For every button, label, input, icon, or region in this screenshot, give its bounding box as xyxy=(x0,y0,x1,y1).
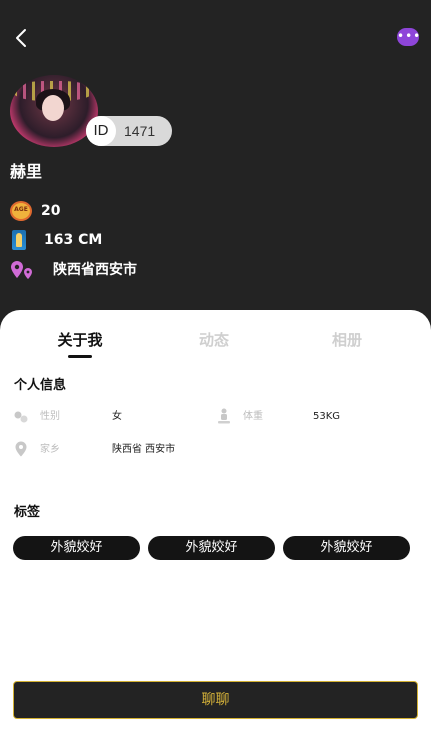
back-arrow-icon xyxy=(16,29,26,47)
location-value: 陕西省西安市 xyxy=(53,262,137,278)
map-pin-icon xyxy=(15,441,27,457)
more-options-button[interactable]: ••• xyxy=(397,28,422,46)
id-label: ID xyxy=(86,116,116,146)
gender-icon xyxy=(14,411,28,423)
location-row: 陕西省西安市 xyxy=(10,259,210,281)
age-row: AGE 20 xyxy=(10,200,130,222)
tag-item: 外貌姣好 xyxy=(13,536,140,560)
tags-title: 标签 xyxy=(14,505,41,520)
tab-moments[interactable]: 动态 xyxy=(174,328,254,352)
active-tab-indicator xyxy=(68,355,92,358)
back-button[interactable] xyxy=(10,25,34,51)
weight-value: 53KG xyxy=(313,411,341,422)
age-value: 20 xyxy=(41,203,61,219)
chat-button[interactable]: 聊聊 xyxy=(13,681,418,719)
hometown-label: 家乡 xyxy=(40,444,60,455)
avatar[interactable] xyxy=(10,75,98,147)
height-row: 163 CM xyxy=(10,229,150,251)
more-options-icon: ••• xyxy=(397,29,422,43)
gender-label: 性别 xyxy=(40,411,60,422)
tag-item: 外貌姣好 xyxy=(283,536,410,560)
personal-info-title: 个人信息 xyxy=(14,378,67,393)
weight-icon xyxy=(218,408,230,424)
age-badge-icon: AGE xyxy=(10,201,32,221)
weight-label: 体重 xyxy=(243,411,263,422)
tag-item: 外貌姣好 xyxy=(148,536,275,560)
nickname: 赫里 xyxy=(10,162,43,181)
height-icon xyxy=(12,230,26,250)
gender-value: 女 xyxy=(112,411,122,422)
height-value: 163 CM xyxy=(44,232,103,248)
tab-about-me[interactable]: 关于我 xyxy=(40,328,120,352)
id-number: 1471 xyxy=(124,123,156,139)
hometown-value: 陕西省 西安市 xyxy=(112,444,176,455)
location-pin-icon xyxy=(11,261,32,279)
tab-album[interactable]: 相册 xyxy=(307,328,387,352)
